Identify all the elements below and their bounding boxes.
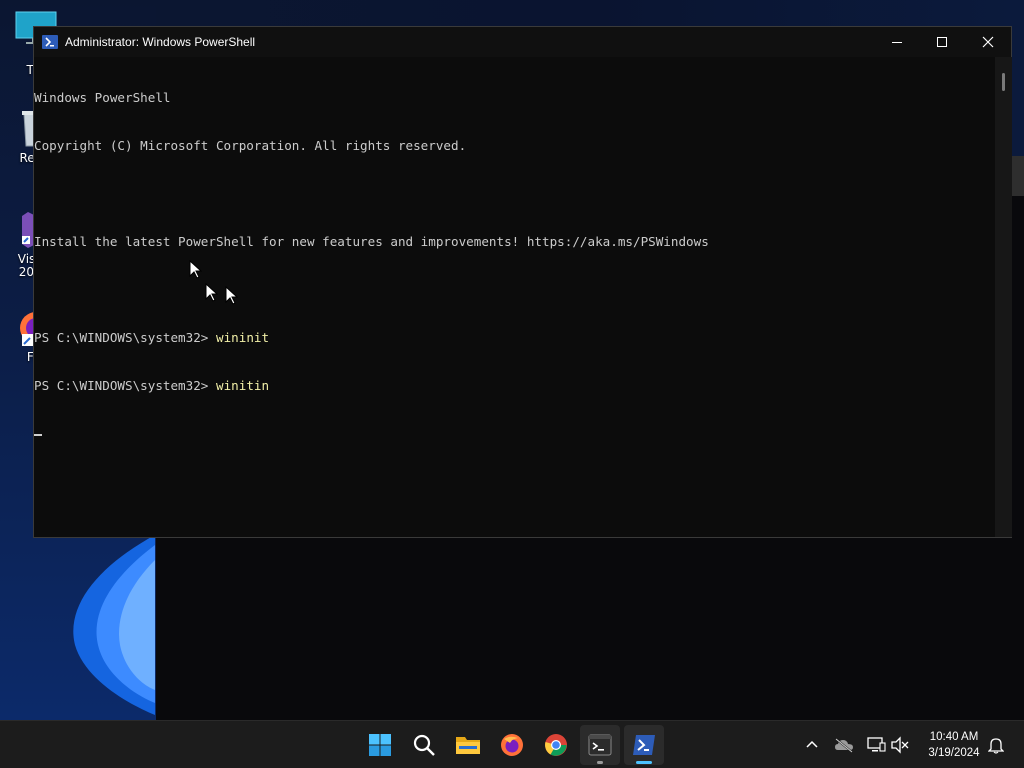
clock-date: 3/19/2024	[928, 747, 980, 759]
console-line: Install the latest PowerShell for new fe…	[34, 234, 709, 249]
console-line: Copyright (C) Microsoft Corporation. All…	[34, 138, 467, 153]
powershell-window[interactable]: Administrator: Windows PowerShell Window…	[33, 26, 1012, 538]
maximize-button[interactable]	[919, 27, 965, 57]
console-line: Windows PowerShell	[34, 90, 171, 105]
clock-time: 10:40 AM	[929, 731, 979, 743]
onedrive-tray-button[interactable]	[834, 735, 854, 755]
windows-start-icon	[369, 734, 391, 756]
maximize-icon	[937, 37, 947, 47]
console-command: wininit	[215, 330, 270, 345]
console-prompt-line: PS C:\WINDOWS\system32> winitin	[34, 378, 994, 394]
taskbar-terminal[interactable]	[580, 725, 620, 765]
taskbar-chrome[interactable]	[536, 725, 576, 765]
taskbar-clock[interactable]: 10:40 AM 3/19/2024	[920, 729, 988, 761]
console-prompt: PS C:\WINDOWS\system32>	[34, 378, 216, 393]
chrome-icon	[545, 734, 567, 756]
taskbar-search-button[interactable]	[404, 725, 444, 765]
taskbar-file-explorer[interactable]	[448, 725, 488, 765]
taskbar-powershell[interactable]	[624, 725, 664, 765]
console-output[interactable]: Windows PowerShell Copyright (C) Microso…	[34, 57, 994, 538]
running-indicator	[597, 761, 603, 764]
bell-icon	[988, 738, 1004, 754]
folder-icon	[456, 737, 480, 754]
taskbar: 10:40 AM 3/19/2024	[0, 720, 1024, 768]
console-command: winitin	[215, 378, 270, 393]
volume-muted-icon	[891, 736, 909, 754]
search-icon	[413, 734, 435, 756]
minimize-icon	[892, 42, 902, 43]
close-icon	[982, 36, 994, 48]
network-tray-button[interactable]	[866, 735, 886, 755]
network-icon	[867, 737, 886, 752]
show-hidden-icons-button[interactable]	[802, 735, 822, 755]
powershell-icon	[42, 35, 58, 49]
start-button[interactable]	[360, 725, 400, 765]
close-button[interactable]	[965, 27, 1011, 57]
mouse-pointer-icon	[189, 260, 203, 279]
console-cursor-line	[34, 426, 994, 442]
scrollbar-thumb[interactable]	[1002, 73, 1005, 91]
background-window-edge	[1012, 156, 1024, 196]
console-prompt-line: PS C:\WINDOWS\system32> wininit	[34, 330, 994, 346]
text-cursor	[34, 433, 42, 436]
terminal-icon	[588, 734, 612, 756]
console-scrollbar[interactable]	[995, 57, 1012, 537]
notifications-button[interactable]	[986, 735, 1006, 755]
mouse-pointer-icon	[225, 286, 239, 305]
console-prompt: PS C:\WINDOWS\system32>	[34, 330, 216, 345]
firefox-icon	[501, 734, 523, 756]
powershell-icon	[633, 735, 655, 755]
active-indicator	[636, 761, 652, 764]
taskbar-firefox[interactable]	[492, 725, 532, 765]
onedrive-icon	[835, 738, 853, 753]
chevron-up-icon	[806, 740, 818, 748]
window-titlebar[interactable]: Administrator: Windows PowerShell	[34, 27, 1011, 57]
volume-tray-button[interactable]	[890, 735, 910, 755]
windows-bloom-wallpaper	[73, 535, 155, 715]
window-title: Administrator: Windows PowerShell	[65, 35, 256, 49]
mouse-pointer-icon	[205, 283, 219, 302]
minimize-button[interactable]	[874, 27, 920, 57]
